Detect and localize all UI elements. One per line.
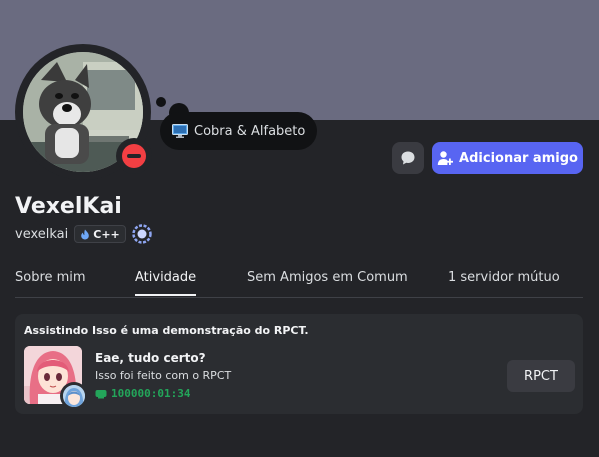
status-indicator	[116, 138, 152, 174]
username-row: vexelkai C++	[15, 224, 152, 244]
custom-status-text: Cobra & Alfabeto	[194, 123, 306, 139]
activity-small-image	[63, 385, 85, 407]
activity-small-image-wrapper	[60, 382, 88, 410]
message-button[interactable]	[392, 142, 424, 174]
tab-mutual-friends[interactable]: Sem Amigos em Comum	[247, 270, 408, 296]
server-tag[interactable]: C++	[74, 225, 126, 243]
chat-bubble-icon	[401, 151, 415, 165]
activity-elapsed-time: 100000:01:34	[111, 387, 191, 400]
activity-rpct-button[interactable]: RPCT	[507, 360, 575, 392]
activity-header: Assistindo Isso é uma demonstração do RP…	[24, 324, 309, 337]
activity-card: Assistindo Isso é uma demonstração do RP…	[15, 314, 583, 414]
add-friend-button[interactable]: Adicionar amigo	[432, 142, 583, 174]
computer-icon	[172, 124, 188, 138]
activity-details: Eae, tudo certo?	[95, 351, 206, 365]
tab-about-me[interactable]: Sobre mim	[15, 270, 86, 296]
activity-state: Isso foi feito com o RPCT	[95, 369, 232, 382]
flame-icon	[81, 229, 90, 239]
custom-status-bubble[interactable]: Cobra & Alfabeto	[160, 112, 318, 150]
display-name: VexelKai	[15, 194, 122, 219]
blue-hair-character-icon	[63, 385, 85, 407]
add-friend-label: Adicionar amigo	[459, 150, 578, 166]
tab-mutual-servers[interactable]: 1 servidor mútuo	[448, 270, 560, 296]
tab-activity[interactable]: Atividade	[135, 270, 197, 296]
username: vexelkai	[15, 226, 69, 242]
status-bubble-dot-small	[156, 97, 166, 107]
add-user-icon	[437, 151, 454, 165]
nitro-style-badge-icon[interactable]	[132, 224, 152, 244]
activity-elapsed: 100000:01:34	[95, 387, 190, 400]
dnd-status-icon	[122, 144, 146, 168]
tabs-divider	[15, 297, 583, 298]
server-tag-text: C++	[93, 227, 120, 241]
controller-icon	[95, 389, 107, 398]
avatar-wrapper[interactable]	[15, 44, 152, 180]
profile-tabs: Sobre mim Atividade Sem Amigos em Comum …	[0, 270, 599, 298]
